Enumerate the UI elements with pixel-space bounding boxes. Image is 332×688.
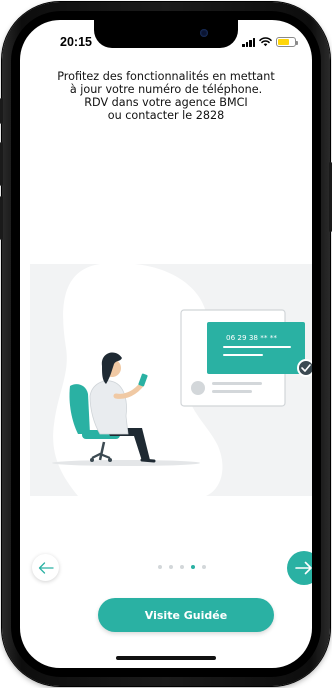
- message-line: RDV dans votre agence BMCI: [84, 96, 248, 109]
- silent-switch: [0, 98, 3, 124]
- message-line: Profitez des fonctionnalités en mettant: [57, 70, 275, 83]
- check-icon: [297, 359, 312, 377]
- battery-level: [278, 39, 290, 45]
- masked-phone-number: 06 29 38 ** **: [226, 333, 277, 342]
- status-icons: [242, 37, 298, 47]
- status-time: 20:15: [60, 35, 92, 49]
- app-screen: 20:15 Profitez des fonctionnalités en me…: [20, 20, 312, 668]
- guided-tour-button[interactable]: Visite Guidée: [98, 598, 274, 632]
- volume-down-button: [0, 196, 3, 240]
- page-dot[interactable]: [180, 565, 184, 569]
- next-slide-button[interactable]: [287, 551, 312, 585]
- front-camera: [200, 29, 208, 37]
- page-dot[interactable]: [202, 565, 206, 569]
- arrow-right-icon: [295, 561, 312, 575]
- message-line: ou contacter le 2828: [107, 109, 225, 122]
- page-dot[interactable]: [158, 565, 162, 569]
- message-line: à jour votre numéro de téléphone.: [69, 83, 263, 96]
- previous-slide-button[interactable]: [32, 554, 59, 581]
- battery-icon: [276, 37, 298, 47]
- status-bar: 20:15: [20, 20, 312, 64]
- woman-with-phone-illustration: 06 29 38 ** **: [52, 264, 312, 496]
- signal-icon: [242, 37, 255, 47]
- page-dot-active[interactable]: [191, 565, 195, 569]
- update-phone-message: Profitez des fonctionnalités en mettant …: [34, 70, 298, 122]
- arrow-left-icon: [38, 561, 54, 574]
- page-dot[interactable]: [169, 565, 173, 569]
- volume-up-button: [0, 142, 3, 186]
- page-indicator: [158, 565, 206, 569]
- onboarding-illustration: 06 29 38 ** **: [30, 264, 312, 496]
- wifi-icon: [259, 37, 272, 47]
- notch: [94, 20, 238, 48]
- home-indicator[interactable]: [116, 656, 216, 660]
